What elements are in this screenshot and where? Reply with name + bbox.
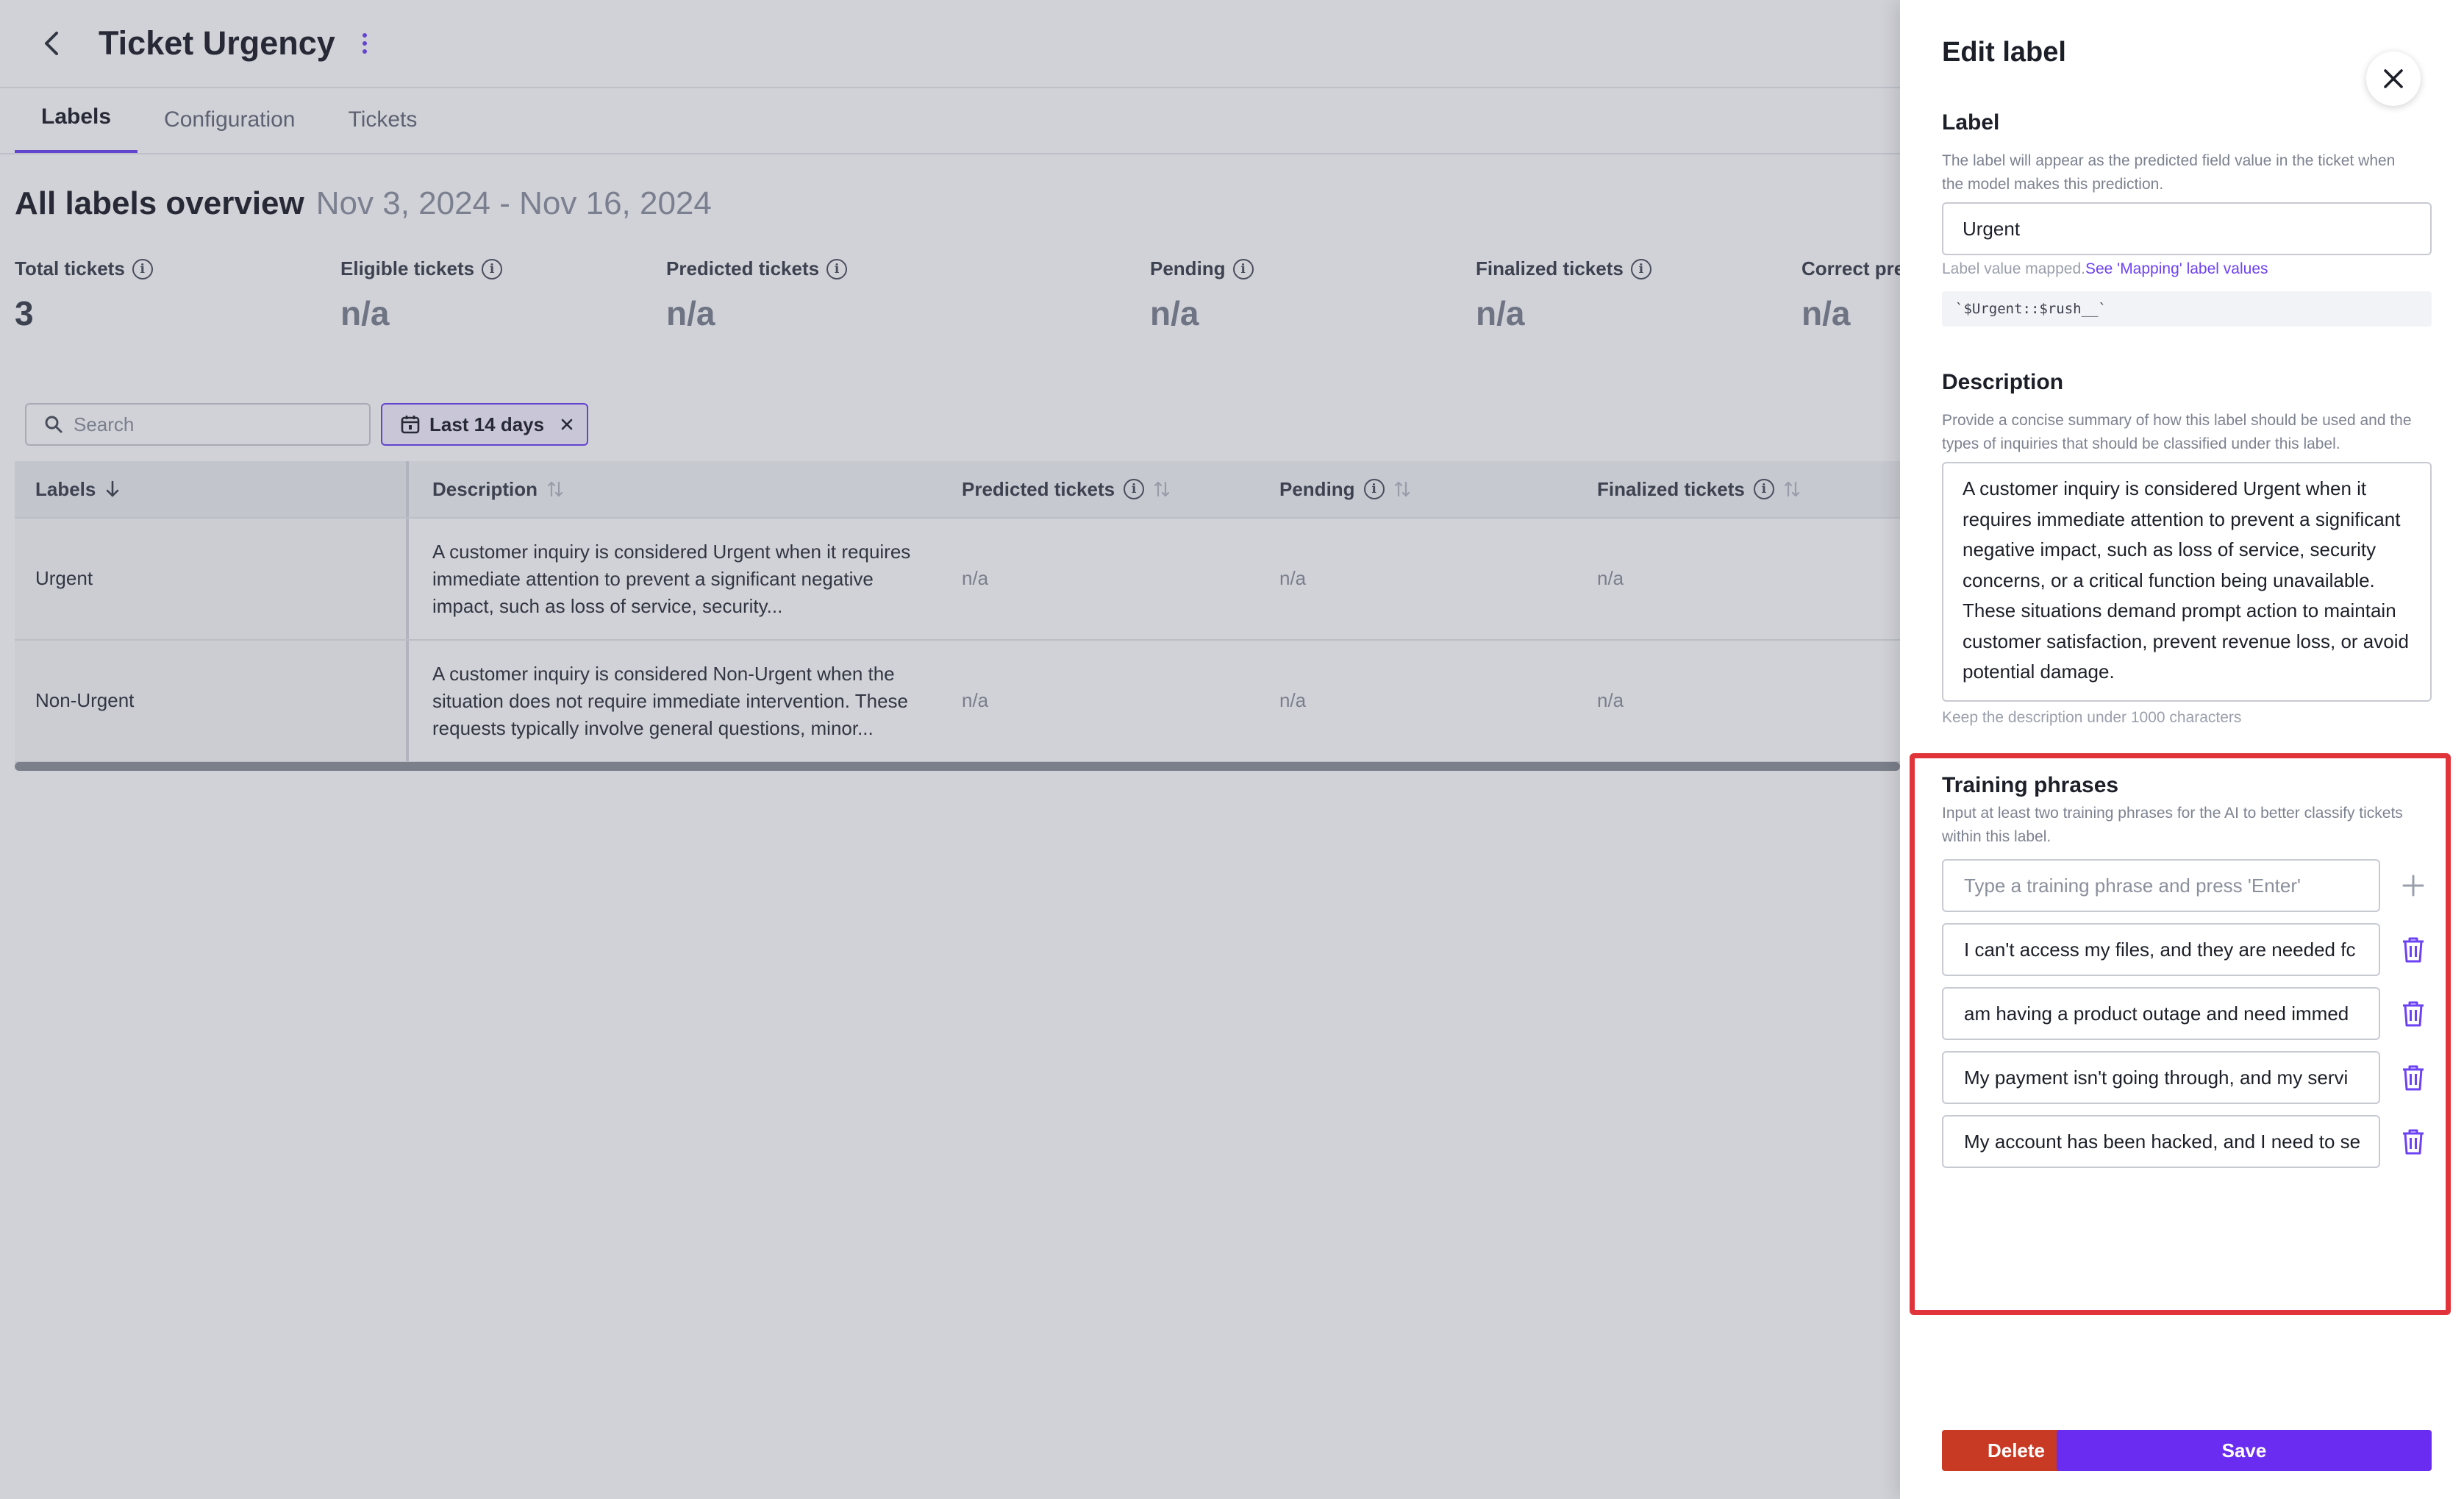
mapped-note: Label value mapped.See 'Mapping' label v… <box>1942 260 2268 278</box>
label-section-title: Label <box>1942 110 2000 135</box>
training-phrase-item[interactable]: am having a product outage and need imme… <box>1942 987 2380 1040</box>
panel-title: Edit label <box>1942 37 2066 68</box>
trash-icon <box>2403 1129 2424 1155</box>
delete-phrase-button[interactable] <box>2397 933 2429 966</box>
trash-icon <box>2403 1065 2424 1091</box>
training-phrase-item[interactable]: I can't access my files, and they are ne… <box>1942 923 2380 976</box>
delete-phrase-button[interactable] <box>2397 1061 2429 1094</box>
trash-icon <box>2403 1001 2424 1027</box>
training-phrase-item[interactable]: My payment isn't going through, and my s… <box>1942 1051 2380 1104</box>
save-button[interactable]: Save <box>2057 1430 2432 1471</box>
edit-label-panel: Edit label Label The label will appear a… <box>1900 0 2464 1499</box>
delete-phrase-button[interactable] <box>2397 997 2429 1030</box>
training-phrase-item[interactable]: My account has been hacked, and I need t… <box>1942 1115 2380 1168</box>
close-button[interactable] <box>2366 51 2421 106</box>
training-help-text: Input at least two training phrases for … <box>1942 805 2403 845</box>
close-icon <box>2384 69 2403 88</box>
mapped-text: Label value mapped. <box>1942 260 2085 277</box>
description-help-text: Provide a concise summary of how this la… <box>1942 412 2412 452</box>
add-phrase-button[interactable] <box>2397 869 2429 902</box>
label-help-text: The label will appear as the predicted f… <box>1942 152 2396 193</box>
modal-overlay[interactable] <box>0 0 1900 1499</box>
training-phrase-input[interactable]: Type a training phrase and press 'Enter' <box>1942 859 2380 912</box>
mapping-link[interactable]: See 'Mapping' label values <box>2085 260 2268 277</box>
trash-icon <box>2403 937 2424 963</box>
description-limit-note: Keep the description under 1000 characte… <box>1942 709 2242 726</box>
label-input[interactable]: Urgent <box>1942 202 2432 255</box>
description-section-title: Description <box>1942 370 2064 394</box>
plus-icon <box>2402 875 2424 897</box>
mapped-value-code: `$Urgent::$rush__` <box>1942 291 2432 327</box>
description-textarea[interactable]: A customer inquiry is considered Urgent … <box>1942 462 2432 702</box>
training-section-title: Training phrases <box>1942 773 2119 797</box>
delete-phrase-button[interactable] <box>2397 1125 2429 1158</box>
